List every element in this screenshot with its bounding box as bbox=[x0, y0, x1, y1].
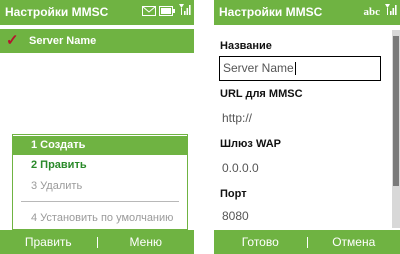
text-caret bbox=[294, 62, 296, 76]
softkey-left-edit[interactable]: Править bbox=[0, 235, 97, 249]
softkey-right-menu[interactable]: Меню bbox=[98, 235, 195, 249]
name-input-value: Server Name bbox=[223, 61, 294, 75]
context-menu: 1 Создать 2 Править 3 Удалить 4 Установи… bbox=[12, 134, 188, 230]
signal-icon bbox=[384, 0, 397, 25]
name-input[interactable]: Server Name bbox=[219, 56, 381, 81]
menu-divider bbox=[21, 201, 179, 202]
input-mode-indicator: abc bbox=[363, 6, 381, 18]
title-bar: Настройки MMSC abc bbox=[214, 0, 400, 25]
wap-gateway-field[interactable]: 0.0.0.0 bbox=[222, 161, 259, 175]
menu-item-set-default[interactable]: 4 Установить по умолчанию bbox=[13, 209, 187, 228]
title-bar: Настройки MMSC bbox=[0, 0, 194, 25]
softkey-bar: Готово Отмена bbox=[214, 230, 400, 254]
menu-item-delete[interactable]: 3 Удалить bbox=[13, 177, 187, 196]
battery-icon bbox=[159, 0, 175, 25]
mmsc-url-field[interactable]: http:// bbox=[222, 111, 252, 125]
scrollbar-thumb[interactable] bbox=[393, 36, 399, 186]
message-icon bbox=[142, 0, 156, 25]
menu-item-edit[interactable]: 2 Править bbox=[13, 156, 187, 175]
server-name-label: Server Name bbox=[29, 35, 97, 47]
port-field[interactable]: 8080 bbox=[222, 209, 249, 223]
name-label: Название bbox=[220, 40, 272, 52]
menu-item-create[interactable]: 1 Создать bbox=[13, 136, 187, 155]
softkey-left-done[interactable]: Готово bbox=[214, 235, 307, 249]
mmsc-edit-screen: Настройки MMSC abc Название Server Name … bbox=[214, 0, 400, 254]
scrollbar[interactable] bbox=[392, 30, 400, 228]
server-list-item[interactable]: ✓ Server Name bbox=[0, 29, 194, 53]
screen-title: Настройки MMSC bbox=[219, 5, 323, 19]
mmsc-list-screen: Настройки MMSC ✓ Server Name 1 Создать 2… bbox=[0, 0, 194, 254]
port-label: Порт bbox=[220, 188, 247, 200]
wap-gateway-label: Шлюз WAP bbox=[220, 138, 282, 150]
signal-icon bbox=[178, 0, 191, 25]
checkmark-icon: ✓ bbox=[6, 32, 19, 49]
softkey-bar: Править Меню bbox=[0, 230, 194, 254]
screen-title: Настройки MMSC bbox=[5, 5, 109, 19]
softkey-right-cancel[interactable]: Отмена bbox=[308, 235, 400, 249]
mmsc-url-label: URL для MMSC bbox=[220, 88, 303, 100]
